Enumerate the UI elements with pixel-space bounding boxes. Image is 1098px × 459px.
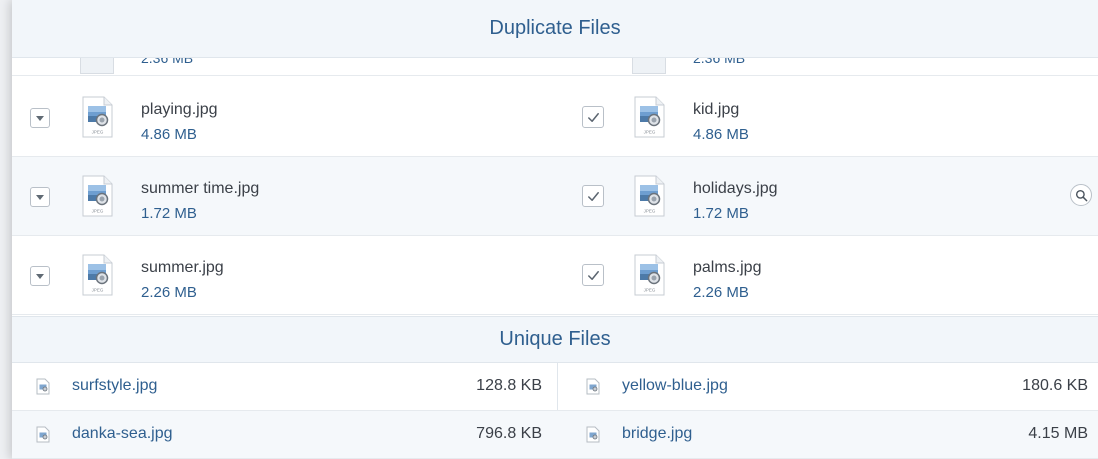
- unique-file-size: 128.8 KB: [476, 377, 542, 394]
- file-name: palms.jpg: [693, 259, 762, 276]
- select-checkbox[interactable]: [582, 264, 604, 286]
- jpeg-file-icon[interactable]: JPEG: [80, 254, 114, 296]
- file-name: holidays.jpg: [693, 180, 778, 197]
- svg-text:JPEG: JPEG: [92, 130, 104, 135]
- unique-file-size: 796.8 KB: [476, 425, 542, 442]
- svg-text:JPEG: JPEG: [92, 209, 104, 214]
- file-size: 2.26 MB: [693, 284, 749, 301]
- jpeg-file-icon[interactable]: JPEG: [632, 96, 666, 138]
- file-size: 2.26 MB: [141, 284, 197, 301]
- chevron-down-icon[interactable]: [30, 266, 50, 286]
- chevron-down-icon[interactable]: [30, 108, 50, 128]
- partial-size-left: 2.36 MB: [141, 58, 194, 66]
- file-name: playing.jpg: [141, 101, 218, 118]
- select-checkbox[interactable]: [582, 185, 604, 207]
- duplicate-row: JPEG summer.jpg 2.26 MB JPEG palms.jpg 2.2…: [12, 236, 1098, 315]
- partial-scrolled-row: 2.36 MB 2.36 MB: [12, 58, 1098, 76]
- checkmark-icon: [587, 191, 599, 201]
- duplicate-files-header: Duplicate Files: [12, 0, 1098, 58]
- unique-file-size: 180.6 KB: [1022, 377, 1088, 394]
- file-size: 4.86 MB: [141, 126, 197, 143]
- svg-text:JPEG: JPEG: [644, 288, 656, 293]
- file-size: 4.86 MB: [693, 126, 749, 143]
- select-checkbox[interactable]: [582, 106, 604, 128]
- jpeg-file-icon[interactable]: JPEG: [632, 175, 666, 217]
- unique-file-name[interactable]: danka-sea.jpg: [72, 425, 173, 443]
- file-name: summer time.jpg: [141, 180, 260, 197]
- chevron-down-icon[interactable]: [30, 187, 50, 207]
- jpeg-file-icon: [586, 378, 600, 395]
- unique-file-name[interactable]: yellow-blue.jpg: [622, 377, 728, 395]
- svg-text:JPEG: JPEG: [92, 288, 104, 293]
- file-name: kid.jpg: [693, 101, 740, 118]
- unique-file-name[interactable]: bridge.jpg: [622, 425, 692, 443]
- jpeg-file-icon: [586, 426, 600, 443]
- unique-file-name[interactable]: surfstyle.jpg: [72, 377, 157, 395]
- file-size: 1.72 MB: [693, 205, 749, 222]
- unique-files-title: Unique Files: [499, 328, 611, 350]
- svg-text:JPEG: JPEG: [644, 209, 656, 214]
- unique-row: surfstyle.jpg 128.8 KB yellow-blue.jpg 180…: [12, 363, 1098, 411]
- file-size: 1.72 MB: [141, 205, 197, 222]
- duplicate-row: JPEG playing.jpg 4.86 MB JPEG kid.jpg 4.86…: [12, 78, 1098, 157]
- checkmark-icon: [587, 112, 599, 122]
- svg-text:JPEG: JPEG: [644, 130, 656, 135]
- jpeg-file-icon: [36, 426, 50, 443]
- jpeg-file-icon[interactable]: JPEG: [80, 96, 114, 138]
- duplicate-files-title: Duplicate Files: [489, 17, 621, 39]
- duplicate-row: JPEG summer time.jpg 1.72 MB JPEG holiday…: [12, 157, 1098, 236]
- unique-files-header: Unique Files: [12, 316, 1098, 363]
- partial-size-right: 2.36 MB: [693, 58, 746, 66]
- checkmark-icon: [587, 270, 599, 280]
- file-icon: [632, 58, 666, 74]
- file-name: summer.jpg: [141, 259, 224, 276]
- jpeg-file-icon[interactable]: JPEG: [80, 175, 114, 217]
- unique-row: danka-sea.jpg 796.8 KB bridge.jpg 4.15 MB: [12, 411, 1098, 459]
- file-icon: [80, 58, 114, 74]
- jpeg-file-icon: [36, 378, 50, 395]
- jpeg-file-icon[interactable]: JPEG: [632, 254, 666, 296]
- duplicate-finder-window: Duplicate Files 2.36 MB 2.36 MB Unique F…: [12, 0, 1098, 459]
- magnifier-icon[interactable]: [1070, 184, 1092, 206]
- unique-file-size: 4.15 MB: [1028, 425, 1088, 442]
